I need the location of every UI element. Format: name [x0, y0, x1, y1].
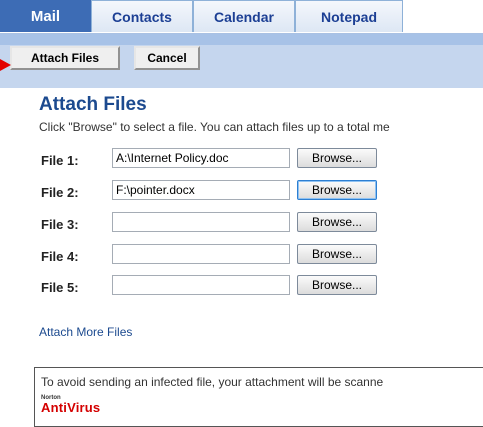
page-description: Click "Browse" to select a file. You can… — [39, 120, 390, 134]
toolbar: Attach Files Cancel — [0, 33, 483, 88]
browse-button-5[interactable]: Browse... — [297, 275, 377, 295]
file-3-input[interactable] — [112, 212, 290, 232]
attach-files-button[interactable]: Attach Files — [10, 46, 120, 70]
file-5-input[interactable] — [112, 275, 290, 295]
tab-bar: Mail Contacts Calendar Notepad — [0, 0, 483, 33]
file-row-5: File 5: Browse... — [39, 275, 483, 299]
browse-button-4[interactable]: Browse... — [297, 244, 377, 264]
browse-button-3[interactable]: Browse... — [297, 212, 377, 232]
file-row-1: File 1: A:\Internet Policy.doc Browse... — [39, 148, 483, 172]
page-title: Attach Files — [39, 94, 147, 115]
tab-mail[interactable]: Mail — [0, 0, 91, 32]
file-2-input[interactable]: F:\pointer.docx — [112, 180, 290, 200]
tab-calendar[interactable]: Calendar — [193, 0, 295, 32]
file-label: File 3: — [41, 217, 79, 232]
browse-button-1[interactable]: Browse... — [297, 148, 377, 168]
file-label: File 4: — [41, 249, 79, 264]
pointer-arrow-icon — [0, 59, 11, 71]
browse-button-2[interactable]: Browse... — [297, 180, 377, 200]
file-row-3: File 3: Browse... — [39, 212, 483, 236]
antivirus-logo: AntiVirus — [41, 400, 101, 415]
tab-notepad[interactable]: Notepad — [295, 0, 403, 32]
file-1-input[interactable]: A:\Internet Policy.doc — [112, 148, 290, 168]
notice-text: To avoid sending an infected file, your … — [41, 375, 384, 389]
file-row-2: File 2: F:\pointer.docx Browse... — [39, 180, 483, 204]
file-label: File 2: — [41, 185, 79, 200]
cancel-button[interactable]: Cancel — [134, 46, 200, 70]
file-4-input[interactable] — [112, 244, 290, 264]
file-row-4: File 4: Browse... — [39, 244, 483, 268]
antivirus-notice: To avoid sending an infected file, your … — [34, 367, 483, 427]
file-label: File 1: — [41, 153, 79, 168]
file-label: File 5: — [41, 280, 79, 295]
tab-contacts[interactable]: Contacts — [91, 0, 193, 32]
attach-more-files-link[interactable]: Attach More Files — [39, 325, 132, 339]
